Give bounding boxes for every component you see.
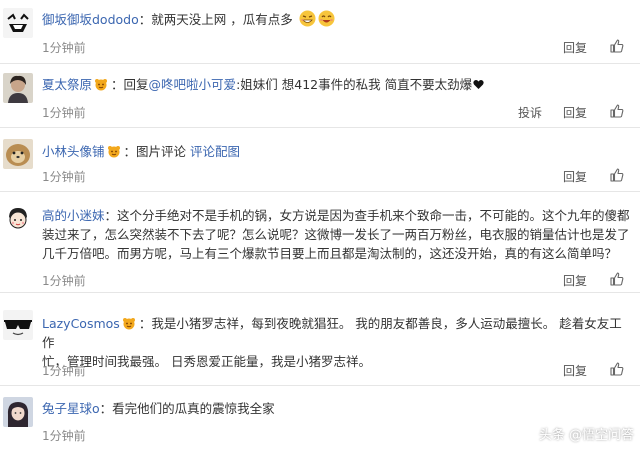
- comment-item: 高的小迷妹：这个分手绝对不是手机的锅，女方说是因为查手机来个致命一击，不可能的。…: [0, 192, 640, 291]
- vip-badge-icon: [94, 77, 108, 91]
- reply-button[interactable]: 回复: [563, 168, 587, 185]
- comment-item: LazyCosmos ：我是小猪罗志祥，每到夜晚就猖狂。 我的朋友都善良，多人运动…: [0, 293, 640, 384]
- comment-item: 御坂御坂dododo：就两天没上网 ，瓜有点多 1分钟前 回复: [0, 0, 640, 62]
- vip-badge-icon: [107, 144, 121, 158]
- timestamp: 1分钟前: [42, 274, 86, 288]
- reply-button[interactable]: 回复: [563, 272, 587, 289]
- timestamp: 1分钟前: [42, 364, 86, 378]
- image-link[interactable]: 评论配图: [190, 144, 240, 159]
- username[interactable]: 御坂御坂dododo: [42, 12, 139, 27]
- comment-text-line: 这个分手绝对不是手机的锅，女方说是因为查手机来个致命一击，不可能的。这个九年的傻…: [117, 208, 630, 223]
- username[interactable]: 高的小迷妹: [42, 208, 105, 223]
- comment-text-line: 几千万倍吧。而男方呢，马上有三个爆款节目要上而且都是淘汰制的，这还没开始，真的有…: [42, 246, 618, 261]
- reply-button[interactable]: 回复: [563, 104, 587, 121]
- avatar[interactable]: [3, 8, 33, 38]
- comment-item: 小林头像铺 ：图片评论 评论配图 1分钟前 回复: [0, 128, 640, 190]
- thumbs-up-icon[interactable]: [610, 272, 624, 286]
- timestamp: 1分钟前: [42, 170, 86, 184]
- username[interactable]: LazyCosmos: [42, 316, 120, 331]
- watermark: 头条 @悟空问答: [519, 424, 634, 443]
- wukong-logo-icon: [519, 426, 536, 443]
- comment-text: 就两天没上网 ，瓜有点多: [151, 12, 293, 27]
- comment-text-line: 装过来了，怎么突然装不下去了呢？怎么说呢？这微博一发长了一两百万粉丝，电衣服的销…: [42, 227, 630, 242]
- comment-item: 夏太祭原 ：回复@咚吧啦小可爱:姐妹们 想412事件的私我 简直不要太劲爆 1分钟…: [0, 64, 640, 126]
- black-heart-icon: [473, 76, 484, 89]
- username[interactable]: 小林头像铺: [42, 144, 105, 159]
- thumbs-up-icon[interactable]: [610, 168, 624, 182]
- username[interactable]: 夏太祭原: [42, 77, 92, 92]
- avatar[interactable]: [3, 310, 33, 340]
- grin-emoji-icon: [299, 10, 316, 27]
- mention-link[interactable]: @咚吧啦小可爱: [149, 77, 237, 92]
- avatar[interactable]: [3, 204, 33, 234]
- timestamp: 1分钟前: [42, 106, 86, 120]
- avatar[interactable]: [3, 397, 33, 427]
- reply-button[interactable]: 回复: [563, 39, 587, 56]
- complain-button[interactable]: 投诉: [518, 104, 542, 121]
- username[interactable]: 兔子星球o: [42, 401, 100, 416]
- grin-emoji-icon: [318, 10, 335, 27]
- thumbs-up-icon[interactable]: [610, 104, 624, 118]
- comment-text: 看完他们的瓜真的震惊我全家: [112, 401, 275, 416]
- avatar[interactable]: [3, 139, 33, 169]
- thumbs-up-icon[interactable]: [610, 362, 624, 376]
- vip-badge-icon: [122, 316, 136, 330]
- thumbs-up-icon[interactable]: [610, 39, 624, 53]
- timestamp: 1分钟前: [42, 41, 86, 55]
- comment-text: 图片评论: [136, 144, 187, 159]
- avatar[interactable]: [3, 73, 33, 103]
- comment-text: :姐妹们 想412事件的私我 简直不要太劲爆: [236, 77, 473, 92]
- timestamp: 1分钟前: [42, 429, 86, 443]
- reply-button[interactable]: 回复: [563, 362, 587, 379]
